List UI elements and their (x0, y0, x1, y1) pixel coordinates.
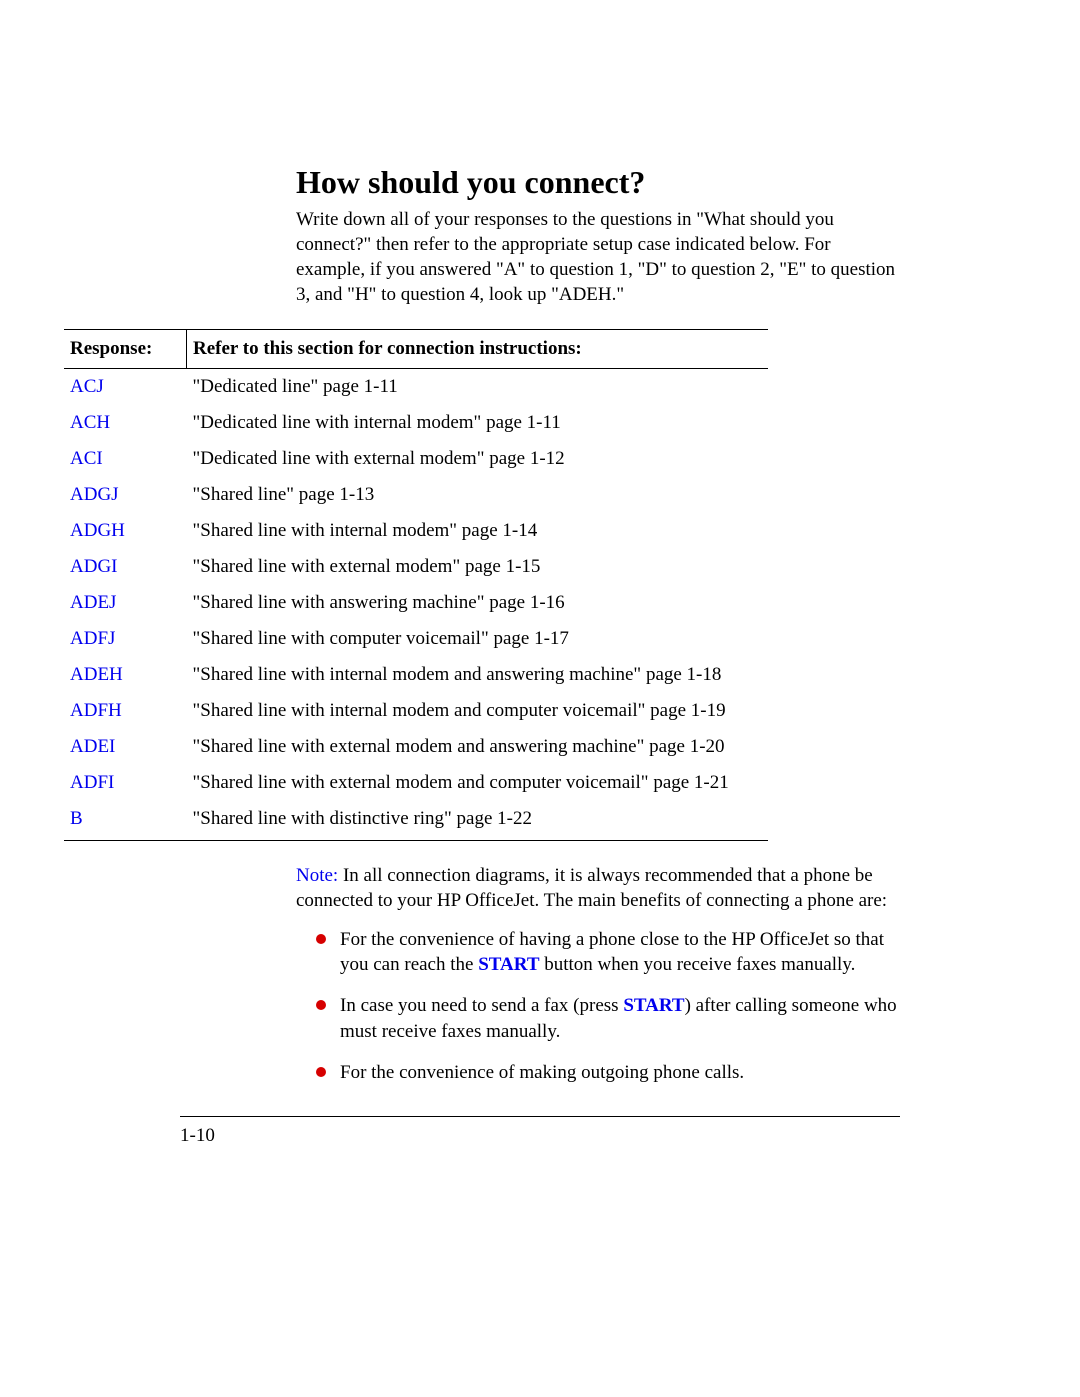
response-code[interactable]: ACI (64, 441, 187, 477)
table-row: ADEH "Shared line with internal modem an… (64, 657, 768, 693)
list-item: For the convenience of making outgoing p… (296, 1060, 900, 1085)
main-content: How should you connect? Write down all o… (296, 165, 900, 307)
start-keyword: START (623, 995, 684, 1016)
bullet-text-post: button when you receive faxes manually. (540, 954, 856, 975)
bullet-text-pre: In case you need to send a fax (press (340, 995, 623, 1016)
response-desc: "Shared line with external modem and ans… (187, 729, 769, 765)
response-desc: "Shared line with internal modem and ans… (187, 657, 769, 693)
response-code[interactable]: ACH (64, 405, 187, 441)
response-code[interactable]: ADEJ (64, 585, 187, 621)
table-row: ADFH "Shared line with internal modem an… (64, 693, 768, 729)
benefits-list: For the convenience of having a phone cl… (296, 927, 900, 1084)
start-keyword: START (478, 954, 539, 975)
header-refer: Refer to this section for connection ins… (187, 330, 769, 369)
response-code[interactable]: ADFI (64, 765, 187, 801)
response-code[interactable]: ACJ (64, 369, 187, 406)
intro-paragraph: Write down all of your responses to the … (296, 207, 900, 307)
response-desc: "Shared line with distinctive ring" page… (187, 801, 769, 841)
table-row: ADGH "Shared line with internal modem" p… (64, 513, 768, 549)
after-table-content: Note: In all connection diagrams, it is … (296, 863, 900, 1085)
list-item: For the convenience of having a phone cl… (296, 927, 900, 977)
response-code[interactable]: ADGI (64, 549, 187, 585)
page-number: 1-10 (180, 1125, 215, 1147)
bullet-text: For the convenience of making outgoing p… (340, 1062, 744, 1083)
page-heading: How should you connect? (296, 165, 900, 201)
table-row: B "Shared line with distinctive ring" pa… (64, 801, 768, 841)
connection-table: Response: Refer to this section for conn… (64, 329, 768, 841)
table-row: ADGI "Shared line with external modem" p… (64, 549, 768, 585)
table-body: ACJ "Dedicated line" page 1-11 ACH "Dedi… (64, 369, 768, 841)
header-response: Response: (64, 330, 187, 369)
note-paragraph: Note: In all connection diagrams, it is … (296, 863, 900, 913)
response-desc: "Shared line with internal modem and com… (187, 693, 769, 729)
footer-rule (180, 1116, 900, 1117)
response-code[interactable]: ADFJ (64, 621, 187, 657)
response-code[interactable]: B (64, 801, 187, 841)
list-item: In case you need to send a fax (press ST… (296, 993, 900, 1043)
response-desc: "Dedicated line with internal modem" pag… (187, 405, 769, 441)
response-code[interactable]: ADGH (64, 513, 187, 549)
response-desc: "Shared line" page 1-13 (187, 477, 769, 513)
response-desc: "Shared line with answering machine" pag… (187, 585, 769, 621)
note-text: In all connection diagrams, it is always… (296, 865, 887, 911)
note-prefix: Note: (296, 865, 338, 886)
table-row: ADFI "Shared line with external modem an… (64, 765, 768, 801)
response-desc: "Shared line with computer voicemail" pa… (187, 621, 769, 657)
response-desc: "Shared line with internal modem" page 1… (187, 513, 769, 549)
response-desc: "Dedicated line with external modem" pag… (187, 441, 769, 477)
document-page: How should you connect? Write down all o… (0, 0, 1080, 1397)
table-header-row: Response: Refer to this section for conn… (64, 330, 768, 369)
table-row: ADGJ "Shared line" page 1-13 (64, 477, 768, 513)
response-code[interactable]: ADEI (64, 729, 187, 765)
table-row: ACH "Dedicated line with internal modem"… (64, 405, 768, 441)
response-code[interactable]: ADGJ (64, 477, 187, 513)
response-code[interactable]: ADFH (64, 693, 187, 729)
response-desc: "Shared line with external modem and com… (187, 765, 769, 801)
response-desc: "Dedicated line" page 1-11 (187, 369, 769, 406)
table-row: ACJ "Dedicated line" page 1-11 (64, 369, 768, 406)
table-row: ACI "Dedicated line with external modem"… (64, 441, 768, 477)
response-desc: "Shared line with external modem" page 1… (187, 549, 769, 585)
table-row: ADFJ "Shared line with computer voicemai… (64, 621, 768, 657)
table-row: ADEI "Shared line with external modem an… (64, 729, 768, 765)
table-row: ADEJ "Shared line with answering machine… (64, 585, 768, 621)
response-code[interactable]: ADEH (64, 657, 187, 693)
